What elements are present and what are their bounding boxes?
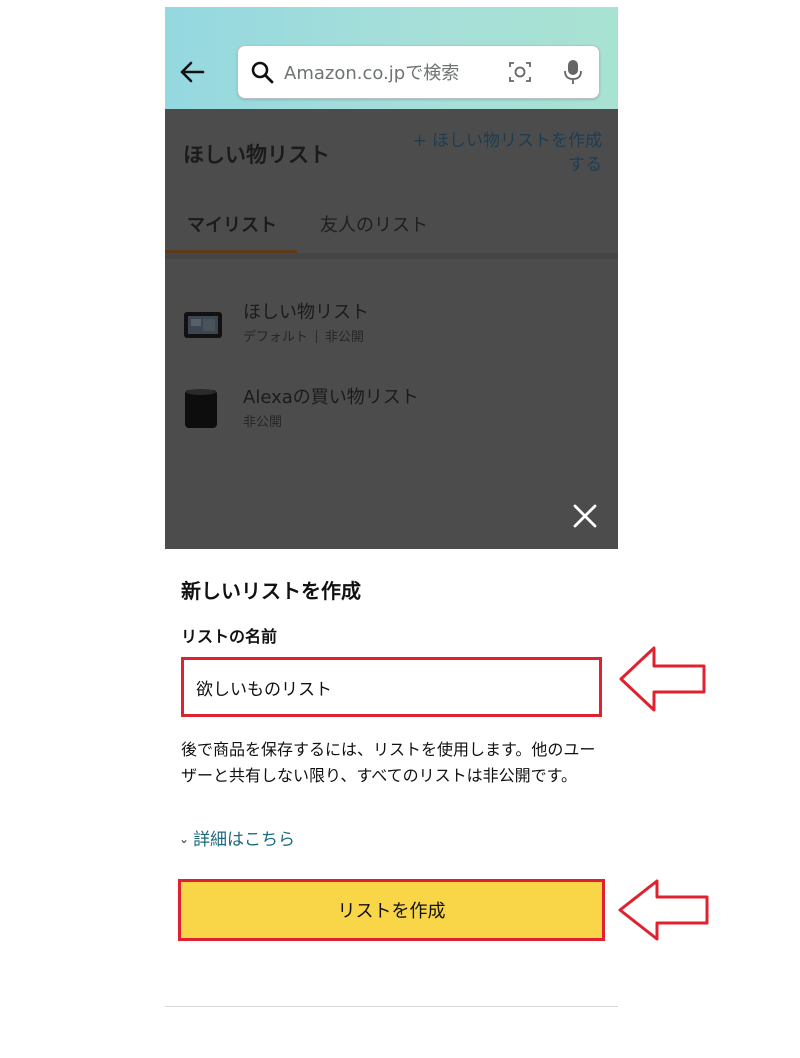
left-arrow-annotation-icon [619, 646, 706, 712]
search-header: Amazon.co.jpで検索 [165, 7, 618, 109]
create-list-sheet: 新しいリストを作成 リストの名前 後で商品を保存するには、リストを使用します。他… [165, 549, 618, 1007]
left-arrow-annotation-icon [618, 879, 709, 941]
tab-divider [165, 253, 618, 259]
microphone-icon[interactable] [562, 58, 584, 86]
list-name: Alexaの買い物リスト [243, 387, 419, 408]
sheet-description: 後で商品を保存するには、リストを使用します。他のユーザーと共有しない限り、すべて… [181, 740, 596, 785]
list-privacy-label: 非公開 [325, 330, 365, 345]
list-name-label: リストの名前 [181, 627, 278, 646]
camera-scan-icon[interactable] [508, 60, 532, 84]
meta-divider [316, 330, 318, 343]
close-icon[interactable] [572, 503, 598, 529]
tab-friends-lists[interactable]: 友人のリスト [320, 211, 428, 237]
search-bar[interactable]: Amazon.co.jpで検索 [237, 45, 600, 99]
list-name: ほしい物リスト [243, 302, 369, 323]
list-item[interactable]: Alexaの買い物リスト 非公開 [165, 383, 618, 453]
create-list-link[interactable]: + ほしい物リストを作成する [402, 129, 602, 177]
tab-my-lists[interactable]: マイリスト [187, 211, 277, 237]
speaker-icon [185, 389, 217, 428]
bottom-divider [165, 1006, 618, 1007]
list-name-input[interactable] [196, 672, 576, 702]
page-title: ほしい物リスト [183, 143, 330, 167]
create-button-highlight: リストを作成 [178, 879, 605, 941]
details-link[interactable]: ⌄ 詳細はこちら [179, 825, 295, 850]
list-default-label: デフォルト [243, 330, 309, 345]
details-link-label[interactable]: 詳細はこちら [193, 830, 295, 850]
sheet-title: 新しいリストを作成 [181, 579, 361, 603]
back-arrow-icon[interactable] [179, 57, 205, 87]
search-icon [251, 61, 274, 84]
phone-screen: Amazon.co.jpで検索 ほしい物リスト + ほしい物リストを作成する マ… [165, 7, 618, 1007]
tablet-icon [184, 312, 222, 338]
list-meta: デフォルト 非公開 [243, 326, 364, 345]
list-name-field-highlight [181, 657, 602, 717]
list-privacy-label: 非公開 [243, 415, 283, 430]
wishlist-page-dimmed: ほしい物リスト + ほしい物リストを作成する マイリスト 友人のリスト ほしい物… [165, 109, 618, 549]
chevron-down-icon: ⌄ [179, 832, 190, 846]
list-item[interactable]: ほしい物リスト デフォルト 非公開 [165, 298, 618, 368]
create-list-button[interactable]: リストを作成 [181, 882, 602, 938]
search-placeholder[interactable]: Amazon.co.jpで検索 [284, 59, 459, 85]
